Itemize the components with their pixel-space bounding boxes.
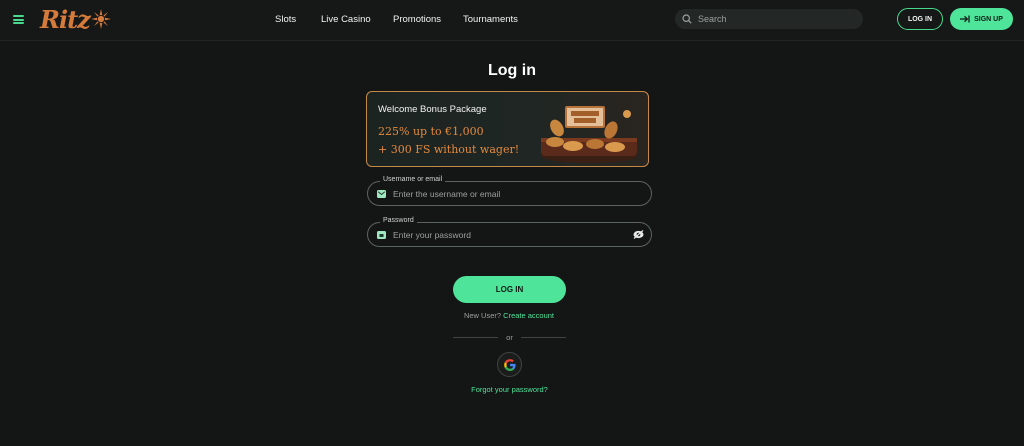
mail-icon bbox=[377, 190, 386, 198]
username-label: Username or email bbox=[380, 176, 446, 183]
login-submit-label: LOG IN bbox=[495, 285, 524, 294]
nav-live-casino[interactable]: Live Casino bbox=[321, 14, 371, 25]
bonus-treasure-image bbox=[541, 106, 637, 163]
nav-slots[interactable]: Slots bbox=[275, 14, 296, 25]
ritz-logo[interactable]: Ritz bbox=[40, 4, 111, 34]
bonus-title: Welcome Bonus Package bbox=[378, 104, 487, 115]
logo-sun-icon bbox=[90, 9, 111, 29]
nav-promotions[interactable]: Promotions bbox=[393, 14, 441, 25]
hamburger-icon[interactable] bbox=[13, 15, 24, 24]
username-placeholder: Enter the username or email bbox=[393, 189, 501, 199]
login-submit-button[interactable]: LOG IN bbox=[453, 276, 566, 303]
password-placeholder: Enter your password bbox=[393, 230, 471, 240]
google-icon bbox=[503, 358, 516, 371]
search-placeholder: Search bbox=[698, 14, 727, 24]
username-field[interactable]: Username or email Enter the username or … bbox=[367, 176, 652, 206]
new-user-text: New User? bbox=[463, 311, 502, 320]
top-header: Ritz Slots Live Casino Promotions Tourna… bbox=[0, 0, 1024, 41]
or-divider: or bbox=[453, 333, 566, 343]
eye-icon[interactable] bbox=[633, 230, 644, 239]
page-title: Log in bbox=[488, 62, 536, 79]
header-signup-button[interactable]: SIGN UP bbox=[950, 8, 1013, 30]
create-account-link[interactable]: Create account bbox=[503, 311, 554, 320]
new-user-row: New User? Create account bbox=[0, 311, 1018, 320]
forgot-password-link[interactable]: Forgot your password? bbox=[0, 385, 1019, 394]
lock-icon bbox=[377, 231, 386, 239]
search-input[interactable]: Search bbox=[675, 9, 863, 29]
password-label: Password bbox=[380, 217, 417, 224]
search-icon bbox=[682, 14, 692, 24]
header-login-label: LOG IN bbox=[907, 15, 933, 23]
divider-line-right bbox=[521, 337, 566, 338]
logo-text: Ritz bbox=[40, 4, 91, 34]
header-login-button[interactable]: LOG IN bbox=[897, 8, 943, 30]
google-login-button[interactable] bbox=[497, 352, 522, 377]
bonus-offer-line: 225% up to €1,000 bbox=[378, 125, 484, 138]
password-field[interactable]: Password Enter your password bbox=[367, 217, 652, 247]
nav-tournaments[interactable]: Tournaments bbox=[463, 14, 518, 25]
welcome-bonus-banner[interactable]: Welcome Bonus Package 225% up to €1,000 … bbox=[366, 91, 649, 167]
bonus-freespins-line: + 300 FS without wager! bbox=[378, 143, 520, 156]
header-signup-label: SIGN UP bbox=[974, 15, 1003, 23]
signup-arrow-icon bbox=[960, 15, 970, 23]
